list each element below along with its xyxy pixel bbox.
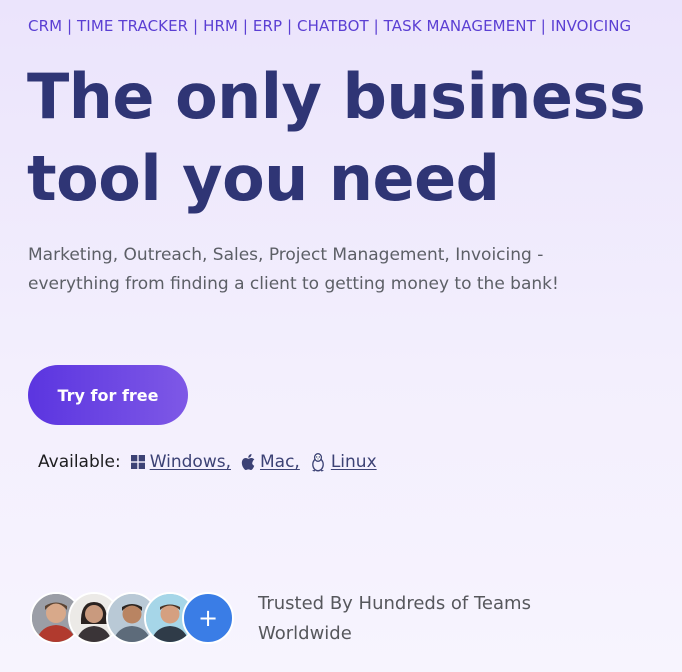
linux-link[interactable]: Linux (309, 452, 377, 472)
linux-link-label: Linux (330, 452, 377, 472)
try-for-free-button[interactable]: Try for free (28, 365, 188, 425)
availability-row: Available: Windows, Mac, Linux (38, 452, 386, 472)
windows-link-label: Windows, (149, 452, 231, 472)
apple-icon (240, 453, 256, 471)
customer-avatars: + (30, 592, 240, 644)
hero-headline: The only business tool you need (27, 56, 646, 220)
mac-link-label: Mac, (259, 452, 300, 472)
mac-link[interactable]: Mac, (240, 452, 300, 472)
linux-icon (309, 452, 327, 472)
more-users-button[interactable]: + (182, 592, 234, 644)
product-categories: CRM | TIME TRACKER | HRM | ERP | CHATBOT… (28, 17, 632, 35)
hero-subtitle: Marketing, Outreach, Sales, Project Mana… (28, 245, 559, 294)
headline-line-2: tool you need (27, 142, 500, 215)
windows-icon (130, 453, 146, 471)
available-label: Available: (38, 452, 121, 472)
trusted-by-text: Trusted By Hundreds of Teams Worldwide (258, 593, 531, 644)
headline-line-1: The only business (27, 60, 646, 133)
windows-link[interactable]: Windows, (130, 452, 231, 472)
